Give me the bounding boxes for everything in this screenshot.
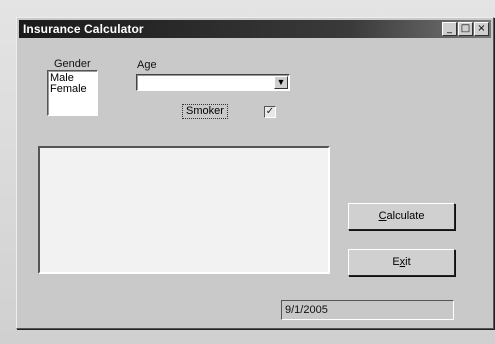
gender-listbox[interactable]: Male Female	[47, 70, 98, 116]
exit-label-start: E	[392, 256, 400, 268]
smoker-label[interactable]: Smoker	[182, 104, 228, 119]
gender-option-female[interactable]: Female	[50, 84, 95, 95]
window-title: Insurance Calculator	[23, 22, 144, 36]
dropdown-arrow-icon[interactable]: ▼	[274, 76, 288, 89]
title-bar[interactable]: Insurance Calculator _ □ ×	[19, 20, 491, 38]
smoker-checkbox[interactable]: ✓	[264, 106, 276, 118]
close-button[interactable]: ×	[474, 22, 489, 36]
minimize-button[interactable]: _	[442, 22, 457, 36]
gender-label: Gender	[54, 58, 91, 70]
maximize-button[interactable]: □	[458, 22, 473, 36]
age-label: Age	[137, 59, 157, 71]
exit-label-rest: it	[405, 256, 411, 268]
insurance-calculator-window: Insurance Calculator _ □ × Gender Male F…	[16, 17, 494, 329]
date-display: 9/1/2005	[281, 300, 454, 320]
calculate-accelerator: C	[378, 210, 387, 222]
calculate-button[interactable]: Calculate	[348, 203, 455, 230]
output-box	[38, 146, 330, 274]
calculate-label-rest: alculate	[386, 210, 425, 222]
exit-button[interactable]: Exit	[348, 249, 455, 276]
age-combobox[interactable]: ▼	[136, 74, 290, 91]
